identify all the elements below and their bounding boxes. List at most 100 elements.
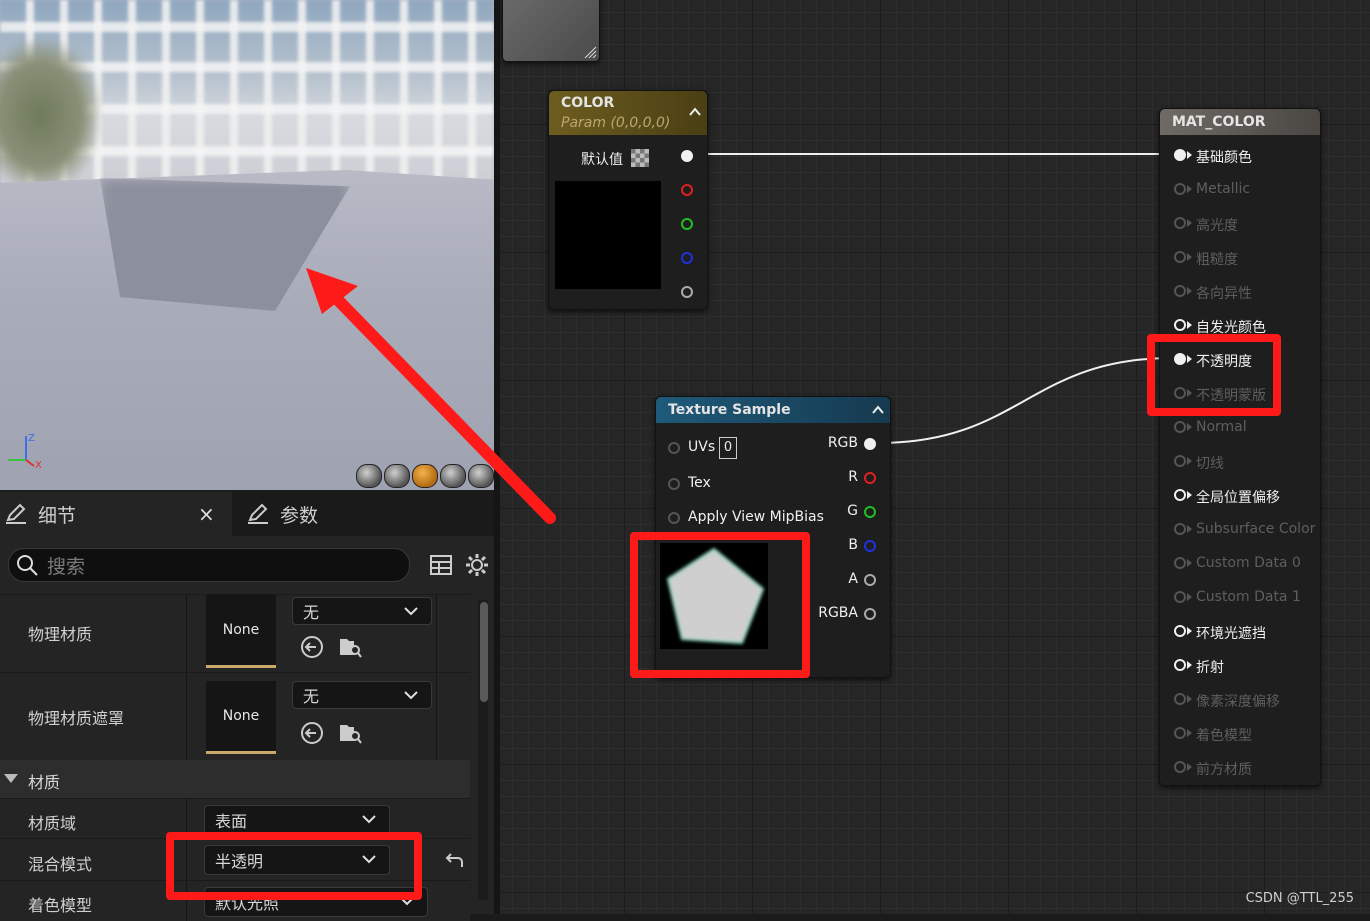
default-value-label: 默认值 [581,152,623,168]
dropdown-value: 表面 [215,812,248,831]
output-label-b: B [848,537,858,553]
output-pin-rgb[interactable] [864,438,876,450]
output-pin-r[interactable] [864,472,876,484]
dropdown-value: 无 [303,687,320,706]
input-pin[interactable] [1174,659,1186,671]
wire-rgb-to-opacity [877,357,1173,444]
input-pin[interactable] [1174,523,1186,535]
cube-icon[interactable] [440,464,466,488]
input-pin[interactable] [1174,727,1186,739]
node-subtitle: Param (0,0,0,0) [561,115,671,131]
input-pin[interactable] [1174,761,1186,773]
input-pin[interactable] [1174,217,1186,229]
node-header: COLOR Param (0,0,0,0) [549,91,707,135]
material-domain-dropdown[interactable]: 表面 [204,805,390,835]
pencil-icon [248,503,268,524]
pin-arrow-icon [1187,627,1192,635]
output-pin-rgb[interactable] [681,150,693,162]
input-pin[interactable] [1174,557,1186,569]
material-graph-canvas[interactable]: COLOR Param (0,0,0,0) 默认值 Texture Sample… [500,0,1370,914]
material-result-node[interactable]: MAT_COLOR 基础颜色 Metallic 高光度 粗糙度 各向异性 自发光颜色 不透明… [1159,108,1321,786]
node-title: COLOR [561,95,615,111]
output-label-r: R [848,469,858,485]
section-material-header[interactable]: 材质 [0,760,470,798]
close-icon[interactable]: × [198,502,215,526]
asset-thumbnail[interactable]: None [206,595,276,668]
details-scrollbar-thumb[interactable] [480,602,488,702]
checker-swatch[interactable] [631,149,649,167]
search-box[interactable]: 搜索 [8,548,410,582]
output-pin-r[interactable] [681,184,693,196]
property-label: 混合模式 [28,855,93,874]
color-parameter-node[interactable]: COLOR Param (0,0,0,0) 默认值 [548,90,708,310]
pin-arrow-icon [1187,491,1192,499]
input-label: Normal [1196,419,1247,435]
output-pin-a[interactable] [681,286,693,298]
tab-parameters-label: 参数 [280,504,319,527]
collapse-chevron-icon[interactable] [872,405,884,415]
input-pin[interactable] [1174,421,1186,433]
output-label-rgb: RGB [827,435,858,451]
input-label-uvs: UVs [688,439,716,455]
section-title: 材质 [28,773,61,792]
input-pin[interactable] [1174,625,1186,637]
input-label: 前方材质 [1196,762,1252,778]
node-header: Texture Sample [656,397,890,423]
search-input[interactable]: 搜索 [47,552,85,579]
tab-parameters[interactable]: 参数 [242,492,318,536]
input-pin-mipbias[interactable] [668,512,680,524]
input-pin[interactable] [1174,251,1186,263]
uv-index-field[interactable]: 0 [719,437,737,459]
input-pin-uvs[interactable] [668,442,680,454]
input-pin[interactable] [1174,319,1186,331]
preview-shape-toolbar [356,464,494,488]
annotation-box-blend-mode [166,832,422,900]
pin-arrow-icon [1187,423,1192,431]
pin-arrow-icon [1187,321,1192,329]
chevron-down-icon [362,815,376,824]
output-pin-rgba[interactable] [864,608,876,620]
collapse-chevron-icon[interactable] [689,107,701,117]
property-label: 物理材质 [28,625,93,644]
node-title: Texture Sample [668,402,791,418]
material-preview-viewport[interactable]: Z X [0,0,494,490]
output-pin-g[interactable] [681,218,693,230]
input-pin[interactable] [1174,489,1186,501]
tab-details-label: 细节 [38,504,77,527]
use-selected-asset-icon[interactable] [300,721,324,745]
cylinder-icon[interactable] [356,464,382,488]
sphere-icon[interactable] [384,464,410,488]
teapot-icon[interactable] [468,464,494,488]
input-label: 像素深度偏移 [1196,694,1280,710]
table-view-icon[interactable] [428,552,454,578]
settings-gear-icon[interactable] [464,552,490,578]
chevron-down-icon [404,691,418,700]
output-pin-g[interactable] [864,506,876,518]
plane-icon[interactable] [412,464,438,488]
input-pin[interactable] [1174,455,1186,467]
browse-asset-icon[interactable] [338,721,362,745]
use-selected-asset-icon[interactable] [300,635,324,659]
asset-thumbnail[interactable]: None [206,681,276,754]
input-pin[interactable] [1174,183,1186,195]
pencil-icon [6,503,26,524]
property-physical-material: 物理材质 None 无 [0,594,470,673]
annotation-box-opacity [1147,334,1281,416]
collapse-arrow-icon [4,774,18,783]
reset-to-default-icon[interactable] [442,849,466,873]
input-pin[interactable] [1174,591,1186,603]
input-pin[interactable] [1174,149,1186,161]
browse-asset-icon[interactable] [338,635,362,659]
input-pin-tex[interactable] [668,478,680,490]
output-pin-b[interactable] [681,252,693,264]
output-pin-b[interactable] [864,540,876,552]
pin-arrow-icon [1187,253,1192,261]
node-header: MAT_COLOR [1160,109,1320,135]
input-pin[interactable] [1174,693,1186,705]
output-pin-a[interactable] [864,574,876,586]
property-label: 着色模型 [28,896,93,915]
physical-material-mask-dropdown[interactable]: 无 [292,681,432,709]
input-pin[interactable] [1174,285,1186,297]
input-label-tex: Tex [688,475,711,491]
physical-material-dropdown[interactable]: 无 [292,597,432,625]
